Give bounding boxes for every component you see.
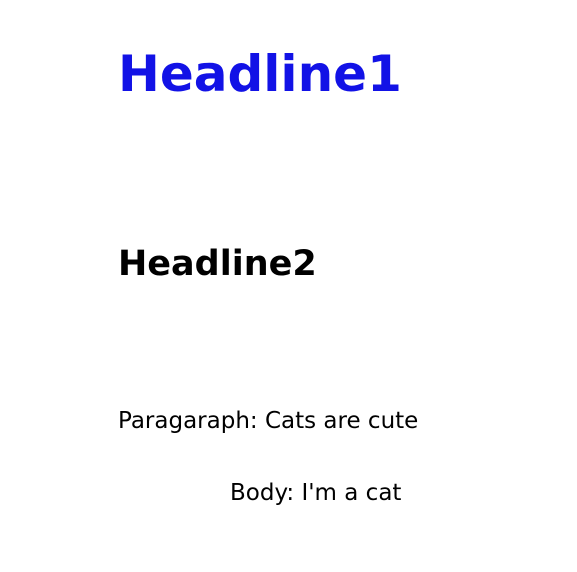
headline-2: Headline2 bbox=[118, 244, 317, 284]
body-text: Body: I'm a cat bbox=[230, 480, 402, 506]
paragraph-text: Paragaraph: Cats are cute bbox=[118, 408, 419, 434]
headline-1: Headline1 bbox=[118, 45, 402, 103]
